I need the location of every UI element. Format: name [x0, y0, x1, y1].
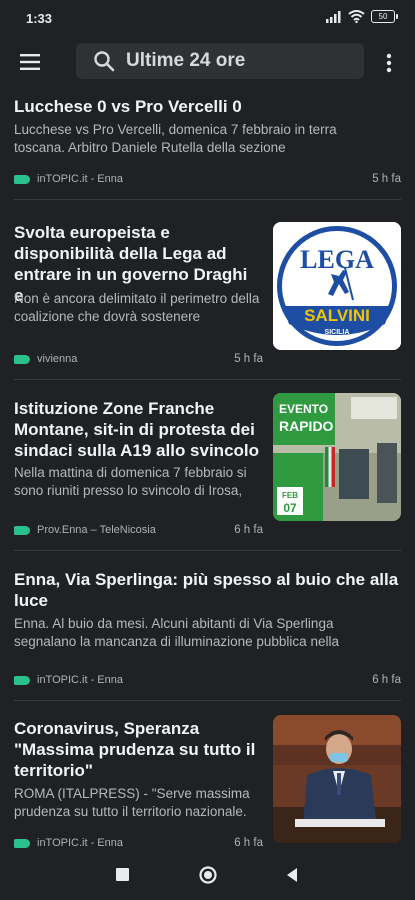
- search-icon: [94, 51, 115, 72]
- article-time: 6 h fa: [372, 674, 401, 686]
- event-overlay-text-1: EVENTO: [279, 402, 328, 416]
- battery-icon: 50: [371, 10, 398, 23]
- article-snippet: Nella mattina di domenica 7 febbraio si …: [14, 465, 247, 498]
- search-query: Ultime 24 ore: [126, 50, 246, 71]
- badge-day: 07: [283, 501, 297, 515]
- battery-level: 50: [378, 12, 388, 21]
- wifi-icon: [348, 10, 365, 23]
- lega-logo-image: LEGA SALVINI SICILIA: [273, 222, 401, 350]
- article-thumbnail: LEGA SALVINI SICILIA: [273, 222, 401, 350]
- badge-month: FEB: [282, 491, 298, 500]
- article-snippet: Enna. Al buio da mesi. Alcuni abitanti d…: [14, 616, 339, 649]
- protest-event-image: EVENTO RAPIDO FEB 07: [273, 393, 401, 521]
- article-source-name: vivienna: [37, 353, 78, 365]
- home-button[interactable]: [198, 865, 218, 885]
- article-snippet: ROMA (ITALPRESS) - "Serve massima pruden…: [14, 786, 250, 819]
- source-tag-icon: [14, 838, 30, 848]
- article-snippet: Non è ancora delimitato il perimetro del…: [14, 291, 260, 324]
- logo-text-bottom: SICILIA: [325, 329, 350, 336]
- article-title: Lucchese 0 vs Pro Vercelli 0: [14, 97, 242, 116]
- news-article[interactable]: Svolta europeista e disponibilità della …: [14, 200, 401, 380]
- article-thumbnail: EVENTO RAPIDO FEB 07: [273, 393, 401, 521]
- article-thumbnail: [273, 715, 401, 843]
- article-source-name: Prov.Enna – TeleNicosia: [37, 524, 156, 536]
- news-feed: Lucchese 0 vs Pro Vercelli 0 Lucchese vs…: [0, 92, 415, 853]
- article-title: Istituzione Zone Franche Montane, sit-in…: [14, 399, 260, 460]
- logo-text-band: SALVINI: [304, 306, 370, 325]
- news-article[interactable]: Enna, Via Sperlinga: più spesso al buio …: [14, 551, 401, 701]
- article-snippet: Lucchese vs Pro Vercelli, domenica 7 feb…: [14, 122, 337, 155]
- article-source-name: inTOPIC.it - Enna: [37, 173, 123, 185]
- article-title: Coronavirus, Speranza "Massima prudenza …: [14, 719, 256, 780]
- article-source: inTOPIC.it - Enna: [14, 173, 123, 185]
- speranza-photo-image: [273, 715, 401, 843]
- article-time: 5 h fa: [234, 353, 263, 365]
- menu-icon[interactable]: [18, 51, 42, 73]
- article-title: Enna, Via Sperlinga: più spesso al buio …: [14, 570, 399, 610]
- article-source-name: inTOPIC.it - Enna: [37, 674, 123, 686]
- article-time: 5 h fa: [372, 173, 401, 185]
- logo-text-top: LEGA: [300, 245, 374, 274]
- article-source: vivienna: [14, 353, 77, 365]
- more-options-icon[interactable]: [377, 51, 401, 75]
- status-bar: 1:33 50: [0, 0, 415, 36]
- signal-icon: [326, 10, 341, 23]
- news-article[interactable]: Istituzione Zone Franche Montane, sit-in…: [14, 380, 401, 551]
- source-tag-icon: [14, 174, 30, 184]
- back-button[interactable]: [285, 867, 299, 883]
- source-tag-icon: [14, 354, 30, 364]
- event-overlay-text-2: RAPIDO: [279, 418, 334, 434]
- article-source: Prov.Enna – TeleNicosia: [14, 524, 156, 536]
- source-tag-icon: [14, 675, 30, 685]
- recents-button[interactable]: [116, 868, 129, 881]
- search-input[interactable]: Ultime 24 ore: [76, 43, 364, 79]
- status-time: 1:33: [26, 11, 53, 26]
- news-article[interactable]: Lucchese 0 vs Pro Vercelli 0 Lucchese vs…: [14, 92, 401, 200]
- app-bar: Ultime 24 ore: [0, 40, 415, 84]
- source-tag-icon: [14, 525, 30, 535]
- status-icons: 50: [326, 10, 398, 23]
- news-article[interactable]: Coronavirus, Speranza "Massima prudenza …: [14, 701, 401, 853]
- system-nav-bar: [0, 848, 415, 900]
- article-source: inTOPIC.it - Enna: [14, 674, 123, 686]
- article-time: 6 h fa: [234, 524, 263, 536]
